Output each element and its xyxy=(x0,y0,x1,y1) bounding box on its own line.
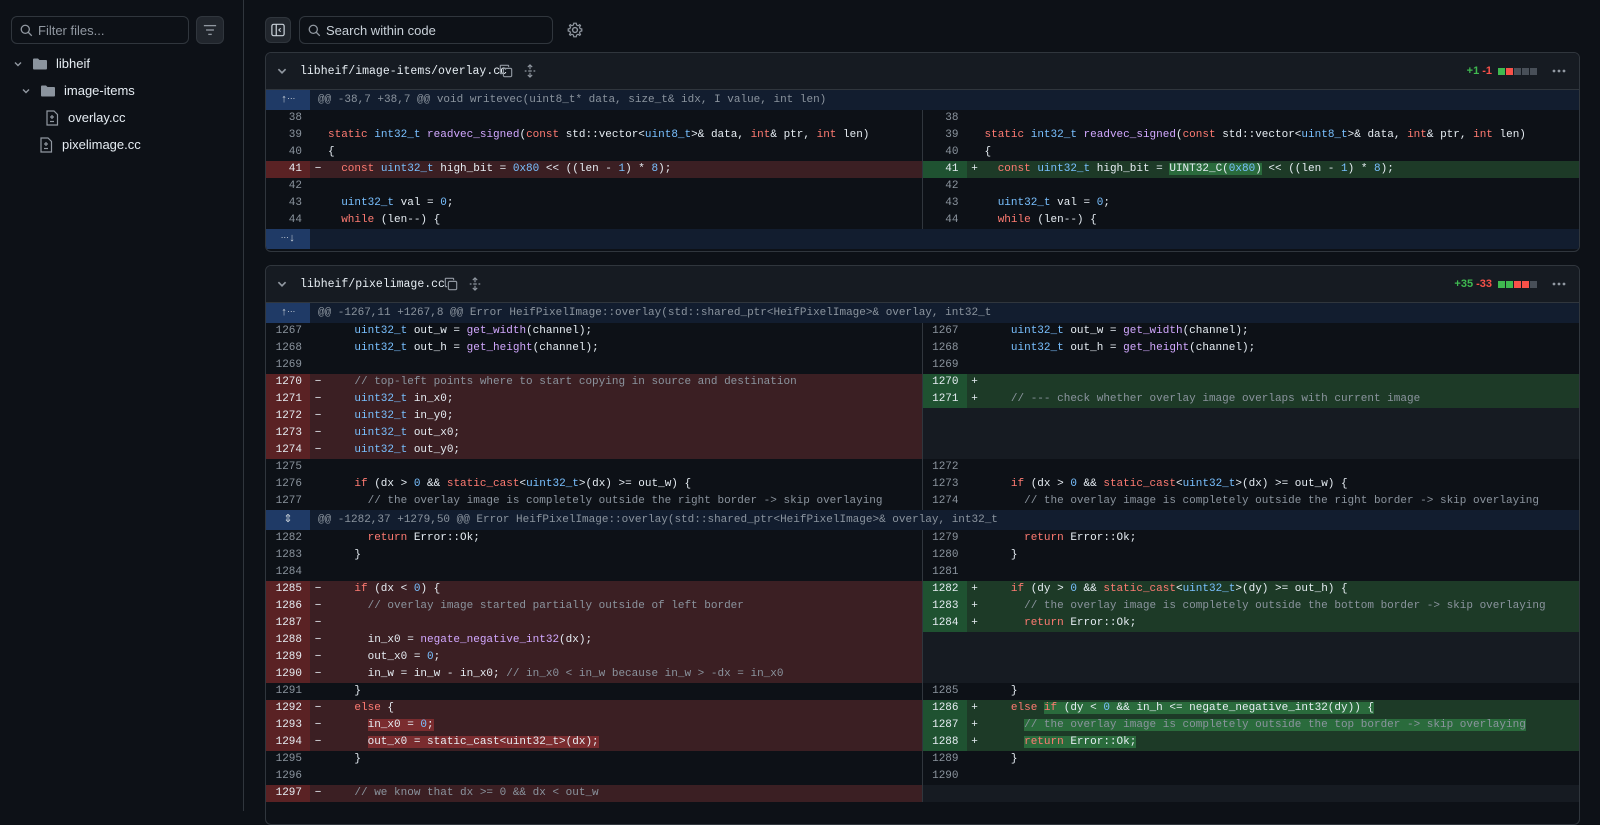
search-icon xyxy=(20,24,33,42)
gear-icon[interactable] xyxy=(567,22,583,43)
code-search-input[interactable] xyxy=(326,19,550,41)
search-icon xyxy=(308,24,321,42)
file-name[interactable]: libheif/pixelimage.cc xyxy=(300,278,445,291)
tree-item-label: pixelimage.cc xyxy=(62,137,141,152)
hunk-header: ↑⋯ @@ -38,7 +38,7 @@ void writevec(uint8… xyxy=(266,90,1579,110)
hunk-header: ⇕ @@ -1282,37 +1279,50 @@ Error HeifPixe… xyxy=(266,510,1579,530)
table-row: 40{40{ xyxy=(266,144,1579,161)
table-row: 1284 1281 xyxy=(266,564,1579,581)
diffstat-blocks xyxy=(1498,280,1537,288)
kebab-menu-icon[interactable] xyxy=(1551,63,1567,84)
hunk-text: @@ -1267,11 +1267,8 @@ Error HeifPixelIm… xyxy=(310,303,1579,323)
diffstat-blocks xyxy=(1498,67,1537,75)
hunk-footer: ⋯↓ xyxy=(266,229,1579,249)
table-row: 1291 } 1285 } xyxy=(266,683,1579,700)
table-row: 1283 } 1280 } xyxy=(266,547,1579,564)
split-diff-table: ↑⋯ @@ -1267,11 +1267,8 @@ Error HeifPixe… xyxy=(266,303,1579,802)
file-name[interactable]: libheif/image-items/overlay.cc xyxy=(300,65,507,78)
diff-main: libheif/image-items/overlay.cc +1 -1 ↑⋯ … xyxy=(245,0,1600,825)
added-count: +1 xyxy=(1466,65,1480,77)
file-diff-icon xyxy=(38,136,54,153)
chevron-down-icon[interactable] xyxy=(10,56,26,72)
filter-row xyxy=(11,16,224,44)
expand-all-icon[interactable] xyxy=(523,64,537,83)
sidebar-collapse-icon xyxy=(271,23,285,37)
table-row: 1277 // the overlay image is completely … xyxy=(266,493,1579,510)
table-row: 44 while (len--) {44 while (len--) { xyxy=(266,212,1579,229)
copy-icon[interactable] xyxy=(499,64,513,83)
folder-icon xyxy=(32,56,48,72)
table-row: 1270− // top-left points where to start … xyxy=(266,374,1579,391)
diff-toolbar xyxy=(245,0,1600,54)
tree-item-label: overlay.cc xyxy=(68,110,126,125)
table-row: 1274− uint32_t out_y0; xyxy=(266,442,1579,459)
table-row: 1267 uint32_t out_w = get_width(channel)… xyxy=(266,323,1579,340)
table-row: 1268 uint32_t out_h = get_height(channel… xyxy=(266,340,1579,357)
tree-folder-libheif[interactable]: libheif xyxy=(0,50,243,77)
table-row: 1289− out_x0 = 0; xyxy=(266,649,1579,666)
table-row: 39 static int32_t readvec_signed(const st… xyxy=(266,127,1579,144)
deleted-count: -33 xyxy=(1476,278,1492,290)
tree-file-overlay-cc[interactable]: overlay.cc xyxy=(0,104,243,131)
table-row: 1276 if (dx > 0 && static_cast<uint32_t>… xyxy=(266,476,1579,493)
hunk-text: @@ -38,7 +38,7 @@ void writevec(uint8_t*… xyxy=(310,90,1579,110)
table-row: 1294− out_x0 = static_cast<uint32_t>(dx)… xyxy=(266,734,1579,751)
tree-file-pixelimage-cc[interactable]: pixelimage.cc xyxy=(0,131,243,158)
chevron-down-icon[interactable] xyxy=(18,83,34,99)
file-header: libheif/pixelimage.cc +35 -33 xyxy=(266,266,1579,303)
split-diff-table: ↑⋯ @@ -38,7 +38,7 @@ void writevec(uint8… xyxy=(266,90,1579,249)
table-row: 1296 1290 xyxy=(266,768,1579,785)
chevron-down-icon[interactable] xyxy=(276,277,288,295)
code-search-box[interactable] xyxy=(299,16,553,44)
table-row: 1297− // we know that dx >= 0 && dx < ou… xyxy=(266,785,1579,802)
table-row: 1272− uint32_t in_y0; xyxy=(266,408,1579,425)
expand-down-icon[interactable]: ⋯↓ xyxy=(266,229,310,249)
tree-folder-image-items[interactable]: image-items xyxy=(0,77,243,104)
expand-all-icon[interactable] xyxy=(468,277,482,296)
table-row: 41− const uint32_t high_bit = 0x80 << ((… xyxy=(266,161,1579,178)
kebab-menu-icon[interactable] xyxy=(1551,276,1567,297)
expand-up-icon[interactable]: ↑⋯ xyxy=(266,303,310,323)
folder-icon xyxy=(40,83,56,99)
table-row: 38 38 xyxy=(266,110,1579,127)
file-tree-sidebar: libheif image-items overlay.cc pixelimag… xyxy=(0,0,244,811)
table-row: 43 uint32_t val = 0; 43 uint32_t val = 0; xyxy=(266,195,1579,212)
filter-files-box[interactable] xyxy=(11,16,189,44)
chevron-down-icon[interactable] xyxy=(276,64,288,82)
hunk-header: ↑⋯ @@ -1267,11 +1267,8 @@ Error HeifPixe… xyxy=(266,303,1579,323)
table-row: 42 42 xyxy=(266,178,1579,195)
table-row: 1285− if (dx < 0) {1282 + if (dy > 0 && s… xyxy=(266,581,1579,598)
filter-files-input[interactable] xyxy=(38,19,186,41)
table-row: 1293− in_x0 = 0; 1287 + // the overlay ima… xyxy=(266,717,1579,734)
table-row: 1286− // overlay image started partially… xyxy=(266,598,1579,615)
copy-icon[interactable] xyxy=(444,277,458,296)
table-row: 1295 } 1289 } xyxy=(266,751,1579,768)
added-count: +35 xyxy=(1454,278,1474,290)
table-row: 1275 1272 xyxy=(266,459,1579,476)
tree-item-label: image-items xyxy=(64,83,135,98)
table-row: 1269 1269 xyxy=(266,357,1579,374)
file-header: libheif/image-items/overlay.cc +1 -1 xyxy=(266,53,1579,90)
diff-stats: +35 -33 xyxy=(1454,278,1537,290)
expand-up-icon[interactable]: ↑⋯ xyxy=(266,90,310,110)
deleted-count: -1 xyxy=(1482,65,1492,77)
diff-stats: +1 -1 xyxy=(1467,65,1537,77)
hunk-text: @@ -1282,37 +1279,50 @@ Error HeifPixelI… xyxy=(310,510,1579,530)
toggle-sidebar-button[interactable] xyxy=(265,17,291,43)
table-row: 1290− in_w = in_w - in_x0; // in_x0 < in… xyxy=(266,666,1579,683)
table-row: 1282 return Error::Ok; 1279 return Error:… xyxy=(266,530,1579,547)
diff-file-overlay-cc: libheif/image-items/overlay.cc +1 -1 ↑⋯ … xyxy=(265,52,1580,252)
table-row: 1287−1284 + return Error::Ok; xyxy=(266,615,1579,632)
expand-both-icon[interactable]: ⇕ xyxy=(266,510,310,530)
tree-item-label: libheif xyxy=(56,56,90,71)
table-row: 1273− uint32_t out_x0; xyxy=(266,425,1579,442)
diff-file-pixelimage-cc: libheif/pixelimage.cc +35 -33 ↑⋯ @@ -126… xyxy=(265,265,1580,825)
filter-icon xyxy=(203,24,217,36)
filter-options-button[interactable] xyxy=(196,16,224,44)
table-row: 1288− in_x0 = negate_negative_int32(dx); xyxy=(266,632,1579,649)
file-tree: libheif image-items overlay.cc pixelimag… xyxy=(0,50,243,158)
file-diff-icon xyxy=(44,109,60,126)
table-row: 1271− uint32_t in_x0; 1271 + // --- check … xyxy=(266,391,1579,408)
table-row: 1292− else {1286 + else if (dy < 0 && in_… xyxy=(266,700,1579,717)
